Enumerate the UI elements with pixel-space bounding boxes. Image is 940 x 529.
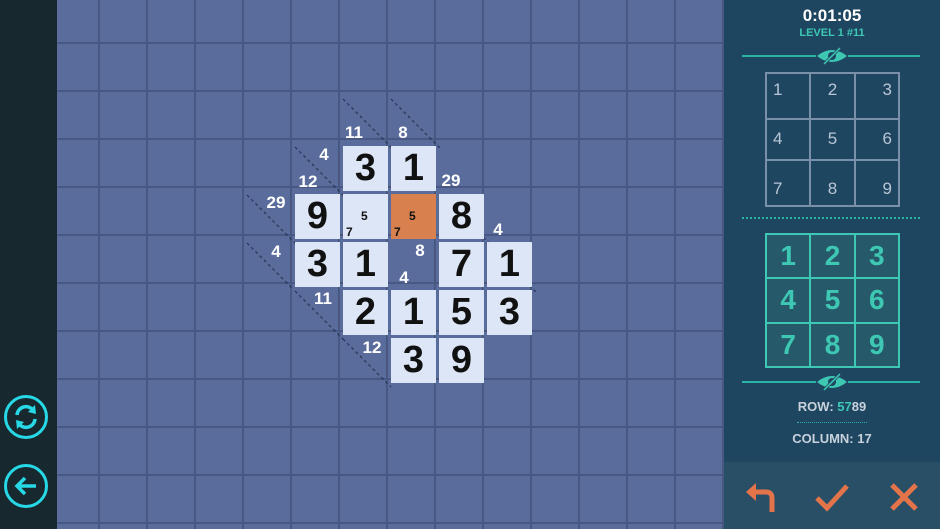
dotted-divider [797, 422, 867, 423]
notes-keypad: 1 2 3 4 5 6 7 8 9 [765, 72, 900, 207]
cell-note: 5 [409, 209, 416, 223]
cross-icon [890, 483, 918, 511]
cell-r4c2[interactable]: 2 [343, 290, 388, 335]
cell-r2c1[interactable]: 9 [295, 194, 340, 239]
puzzle-board: 3 1 9 5 7 5 7 8 3 1 7 1 2 1 5 3 3 9 11 8… [57, 0, 724, 529]
cell-r3c4[interactable]: 7 [439, 242, 484, 287]
back-button[interactable] [4, 464, 48, 508]
number-key-6[interactable]: 6 [854, 278, 899, 323]
timer: 0:01:05 [802, 6, 862, 25]
row-label-text: ROW: [797, 399, 838, 414]
cell-note: 5 [361, 209, 368, 223]
number-keypad: 1 2 3 4 5 6 7 8 9 [765, 233, 900, 368]
note-key-8[interactable]: 8 [810, 159, 855, 206]
number-key-3[interactable]: 3 [854, 234, 899, 279]
row-rest: 89 [851, 399, 867, 414]
cell-r1c3[interactable]: 1 [391, 146, 436, 191]
row-indicator: ROW: 5789 [724, 399, 940, 414]
number-key-1[interactable]: 1 [766, 234, 811, 279]
number-key-9[interactable]: 9 [854, 322, 899, 367]
note-key-6[interactable]: 6 [854, 119, 899, 160]
number-key-2[interactable]: 2 [810, 234, 855, 279]
sum-clue: 4 [493, 220, 503, 239]
note-key-9[interactable]: 9 [854, 159, 899, 206]
refresh-icon [15, 404, 37, 430]
cell-r4c4[interactable]: 5 [439, 290, 484, 335]
note-key-2[interactable]: 2 [810, 73, 855, 120]
divider [848, 381, 920, 383]
sum-diagonals [246, 98, 538, 388]
cell-r5c3[interactable]: 3 [391, 338, 436, 383]
cell-note: 7 [394, 225, 401, 239]
number-key-4[interactable]: 4 [766, 278, 811, 323]
note-key-5[interactable]: 5 [810, 119, 855, 160]
cell-note: 7 [346, 225, 353, 239]
note-key-4[interactable]: 4 [766, 119, 811, 160]
cell-r3c5[interactable]: 1 [487, 242, 532, 287]
dotted-divider [742, 217, 920, 219]
cell-r4c3[interactable]: 1 [391, 290, 436, 335]
sum-clue: 8 [415, 241, 425, 260]
level-label: LEVEL 1 #11 [799, 27, 865, 39]
cell-r1c2[interactable]: 3 [343, 146, 388, 191]
cell-r2c2[interactable]: 5 7 [343, 194, 388, 239]
sum-clue: 8 [398, 123, 408, 142]
cell-r2c4[interactable]: 8 [439, 194, 484, 239]
divider [742, 381, 816, 383]
refresh-button[interactable] [4, 395, 48, 439]
cell-r5c4[interactable]: 9 [439, 338, 484, 383]
cell-r3c2[interactable]: 1 [343, 242, 388, 287]
sum-clue: 4 [319, 145, 329, 164]
sum-clue: 4 [271, 242, 281, 261]
cell-r2c3-selected[interactable]: 5 7 [391, 194, 436, 239]
eye-slash-icon[interactable] [815, 46, 849, 66]
sum-clue: 29 [266, 193, 286, 212]
eye-slash-icon[interactable] [815, 372, 849, 392]
divider [742, 55, 816, 57]
undo-arrow-icon [746, 483, 775, 512]
number-key-8[interactable]: 8 [810, 322, 855, 367]
row-highlight: 57 [837, 399, 852, 414]
undo-button[interactable] [741, 477, 781, 517]
sum-clue: 29 [441, 171, 461, 190]
left-toolbar [0, 0, 57, 529]
note-key-3[interactable]: 3 [854, 73, 899, 120]
note-key-7[interactable]: 7 [766, 159, 811, 206]
cell-r4c5[interactable]: 3 [487, 290, 532, 335]
number-key-7[interactable]: 7 [766, 322, 811, 367]
back-arrow-icon [14, 476, 36, 496]
sum-clue: 12 [362, 338, 382, 357]
sum-clue: 4 [399, 268, 409, 287]
sum-clue: 11 [314, 289, 332, 308]
note-key-1[interactable]: 1 [766, 73, 811, 120]
cancel-button[interactable] [884, 477, 924, 517]
sum-clue: 12 [298, 172, 318, 191]
divider [848, 55, 920, 57]
number-key-5[interactable]: 5 [810, 278, 855, 323]
cell-r3c1[interactable]: 3 [295, 242, 340, 287]
sum-clue: 11 [345, 123, 363, 142]
check-icon [815, 484, 849, 512]
control-panel: 0:01:05 LEVEL 1 #11 1 2 3 4 5 6 7 8 9 1 … [724, 0, 940, 529]
check-button[interactable] [812, 477, 852, 517]
column-indicator: COLUMN: 17 [792, 431, 872, 446]
action-bar [724, 462, 940, 529]
